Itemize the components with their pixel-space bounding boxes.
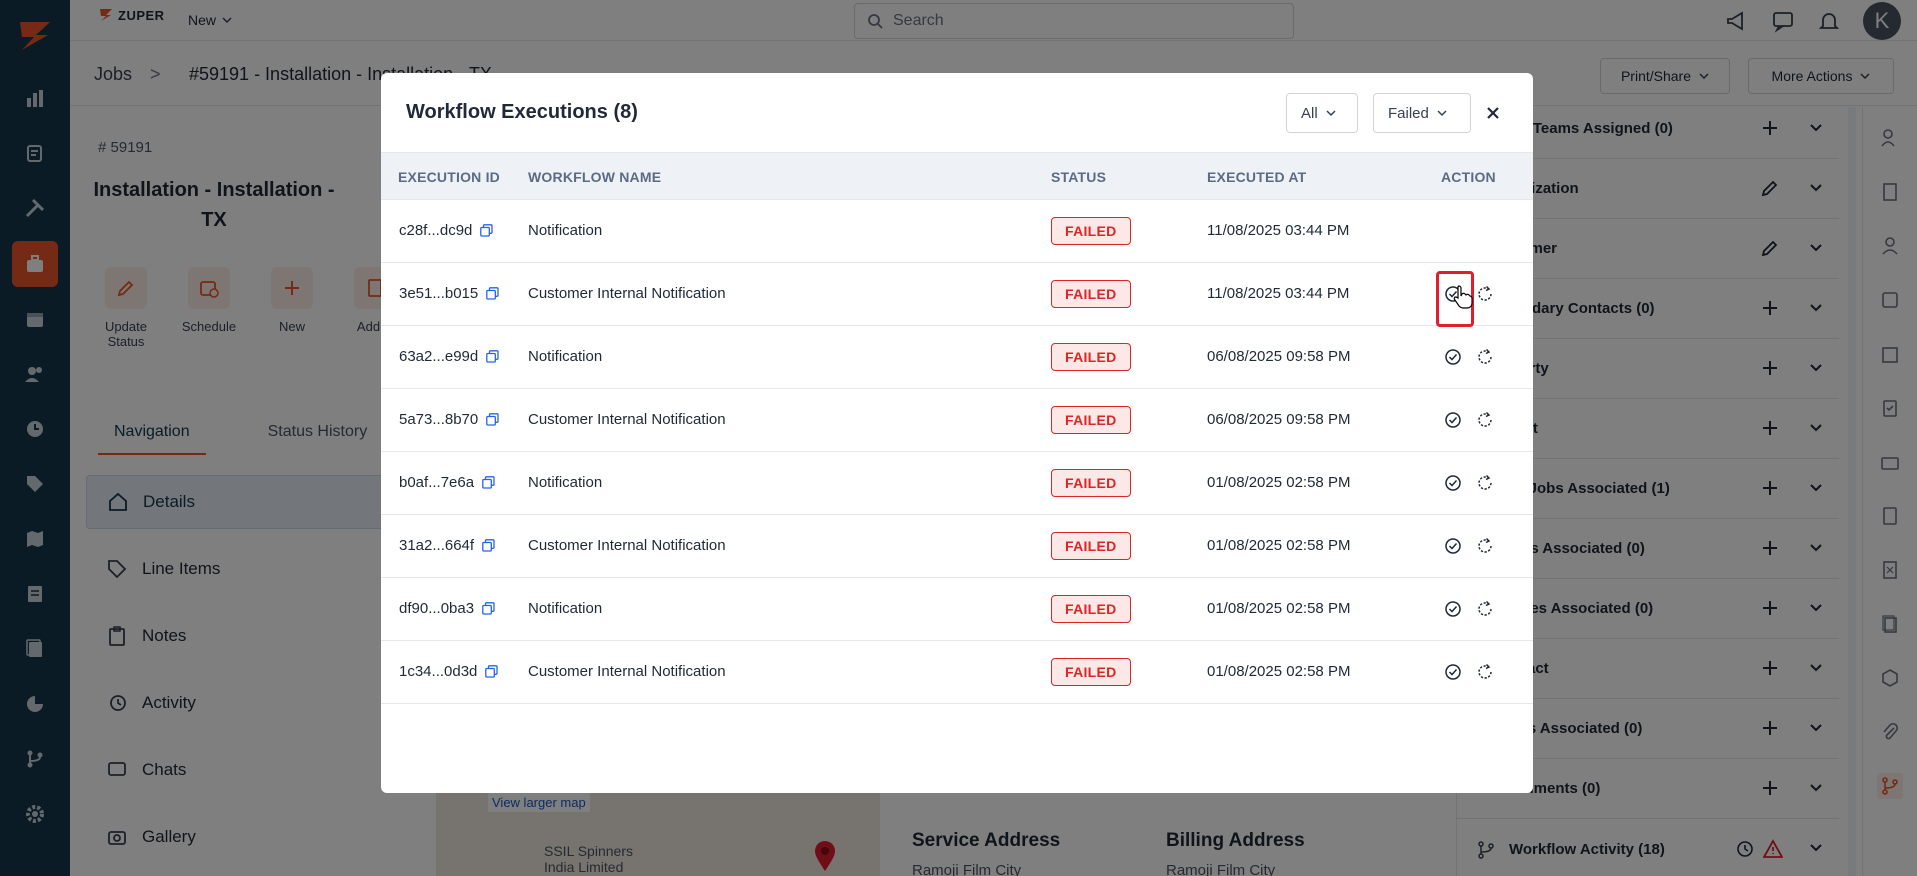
executed-at: 11/08/2025 03:44 PM (1207, 222, 1350, 239)
retry-icon[interactable] (1474, 535, 1496, 557)
col-status: STATUS (1051, 169, 1107, 185)
copy-icon[interactable] (482, 539, 495, 552)
table-row: c28f...dc9d Notification FAILED 11/08/2025 … (381, 200, 1533, 263)
execution-id-cell: 5a73...8b70 (399, 411, 499, 428)
executed-at: 06/08/2025 09:58 PM (1207, 411, 1351, 428)
close-icon (1487, 107, 1499, 119)
mark-resolved-icon[interactable] (1442, 598, 1464, 620)
scope-filter-label: All (1301, 104, 1318, 122)
table-row: 63a2...e99d Notification FAILED 06/08/2025 … (381, 326, 1533, 389)
execution-id-cell: 1c34...0d3d (399, 663, 499, 680)
retry-icon[interactable] (1474, 598, 1496, 620)
modal-title: Workflow Executions (8) (406, 101, 638, 123)
workflow-name: Customer Internal Notification (528, 411, 726, 428)
execution-id-cell: 31a2...664f (399, 537, 495, 554)
retry-icon[interactable] (1474, 346, 1496, 368)
col-workflow-name: WORKFLOW NAME (528, 169, 662, 185)
execution-id: 5a73...8b70 (399, 411, 479, 428)
copy-icon[interactable] (486, 413, 499, 426)
retry-icon[interactable] (1474, 661, 1496, 683)
mark-resolved-icon[interactable] (1442, 409, 1464, 431)
copy-icon[interactable] (486, 287, 499, 300)
col-execution-id: EXECUTION ID (398, 169, 500, 185)
status-badge: FAILED (1051, 217, 1131, 245)
table-row: 1c34...0d3d Customer Internal Notificatio… (381, 641, 1533, 704)
col-executed-at: EXECUTED AT (1207, 169, 1307, 185)
status-badge: FAILED (1051, 595, 1131, 623)
executed-at: 01/08/2025 02:58 PM (1207, 600, 1351, 617)
executed-at: 11/08/2025 03:44 PM (1207, 285, 1350, 302)
execution-id: 31a2...664f (399, 537, 475, 554)
executed-at: 01/08/2025 02:58 PM (1207, 474, 1351, 491)
table-row: b0af...7e6a Notification FAILED 01/08/2025 … (381, 452, 1533, 515)
execution-id-cell: df90...0ba3 (399, 600, 495, 617)
executed-at: 01/08/2025 02:58 PM (1207, 537, 1351, 554)
status-badge: FAILED (1051, 469, 1131, 497)
workflow-name: Customer Internal Notification (528, 663, 726, 680)
execution-id: b0af...7e6a (399, 474, 475, 491)
executed-at: 06/08/2025 09:58 PM (1207, 348, 1351, 365)
workflow-name: Notification (528, 600, 603, 617)
hand-cursor-icon (1453, 285, 1473, 309)
close-modal-button[interactable] (1481, 101, 1505, 125)
workflow-executions-modal: Workflow Executions (8) All Failed EXECU… (381, 73, 1533, 793)
copy-icon[interactable] (486, 350, 499, 363)
scope-filter-dropdown[interactable]: All (1286, 93, 1358, 133)
execution-id: df90...0ba3 (399, 600, 475, 617)
retry-icon[interactable] (1474, 472, 1496, 494)
status-badge: FAILED (1051, 532, 1131, 560)
execution-id-cell: 63a2...e99d (399, 348, 499, 365)
chevron-down-icon (1437, 110, 1447, 117)
row-actions (1442, 535, 1496, 557)
status-filter-dropdown[interactable]: Failed (1373, 93, 1471, 133)
copy-icon[interactable] (482, 476, 495, 489)
execution-id-cell: c28f...dc9d (399, 222, 494, 239)
table-row: 31a2...664f Customer Internal Notificatio… (381, 515, 1533, 578)
execution-id: c28f...dc9d (399, 222, 473, 239)
execution-id: 3e51...b015 (399, 285, 479, 302)
workflow-name: Notification (528, 348, 603, 365)
table-row: df90...0ba3 Notification FAILED 01/08/2025 … (381, 578, 1533, 641)
execution-id-cell: b0af...7e6a (399, 474, 495, 491)
workflow-name: Notification (528, 474, 603, 491)
executed-at: 01/08/2025 02:58 PM (1207, 663, 1351, 680)
status-badge: FAILED (1051, 280, 1131, 308)
table-header: EXECUTION ID WORKFLOW NAME STATUS EXECUT… (381, 152, 1533, 200)
workflow-name: Customer Internal Notification (528, 285, 726, 302)
mark-resolved-icon[interactable] (1442, 535, 1464, 557)
status-filter-label: Failed (1388, 104, 1429, 122)
copy-icon[interactable] (485, 665, 499, 678)
table-row: 5a73...8b70 Customer Internal Notificatio… (381, 389, 1533, 452)
row-actions (1442, 346, 1496, 368)
col-action: ACTION (1441, 169, 1496, 185)
status-badge: FAILED (1051, 406, 1131, 434)
retry-icon[interactable] (1474, 409, 1496, 431)
row-actions (1442, 472, 1496, 494)
mark-resolved-icon[interactable] (1442, 472, 1464, 494)
executions-table: EXECUTION ID WORKFLOW NAME STATUS EXECUT… (381, 152, 1533, 704)
chevron-down-icon (1326, 110, 1336, 117)
retry-icon[interactable] (1474, 283, 1496, 305)
execution-id: 63a2...e99d (399, 348, 479, 365)
execution-id: 1c34...0d3d (399, 663, 478, 680)
mark-resolved-icon[interactable] (1442, 661, 1464, 683)
workflow-name: Customer Internal Notification (528, 537, 726, 554)
status-badge: FAILED (1051, 658, 1131, 686)
execution-id-cell: 3e51...b015 (399, 285, 499, 302)
workflow-name: Notification (528, 222, 603, 239)
row-actions (1442, 409, 1496, 431)
copy-icon[interactable] (480, 224, 494, 237)
row-actions (1442, 661, 1496, 683)
status-badge: FAILED (1051, 343, 1131, 371)
table-row: 3e51...b015 Customer Internal Notificatio… (381, 263, 1533, 327)
row-actions (1442, 598, 1496, 620)
copy-icon[interactable] (482, 602, 495, 615)
mark-resolved-icon[interactable] (1442, 346, 1464, 368)
